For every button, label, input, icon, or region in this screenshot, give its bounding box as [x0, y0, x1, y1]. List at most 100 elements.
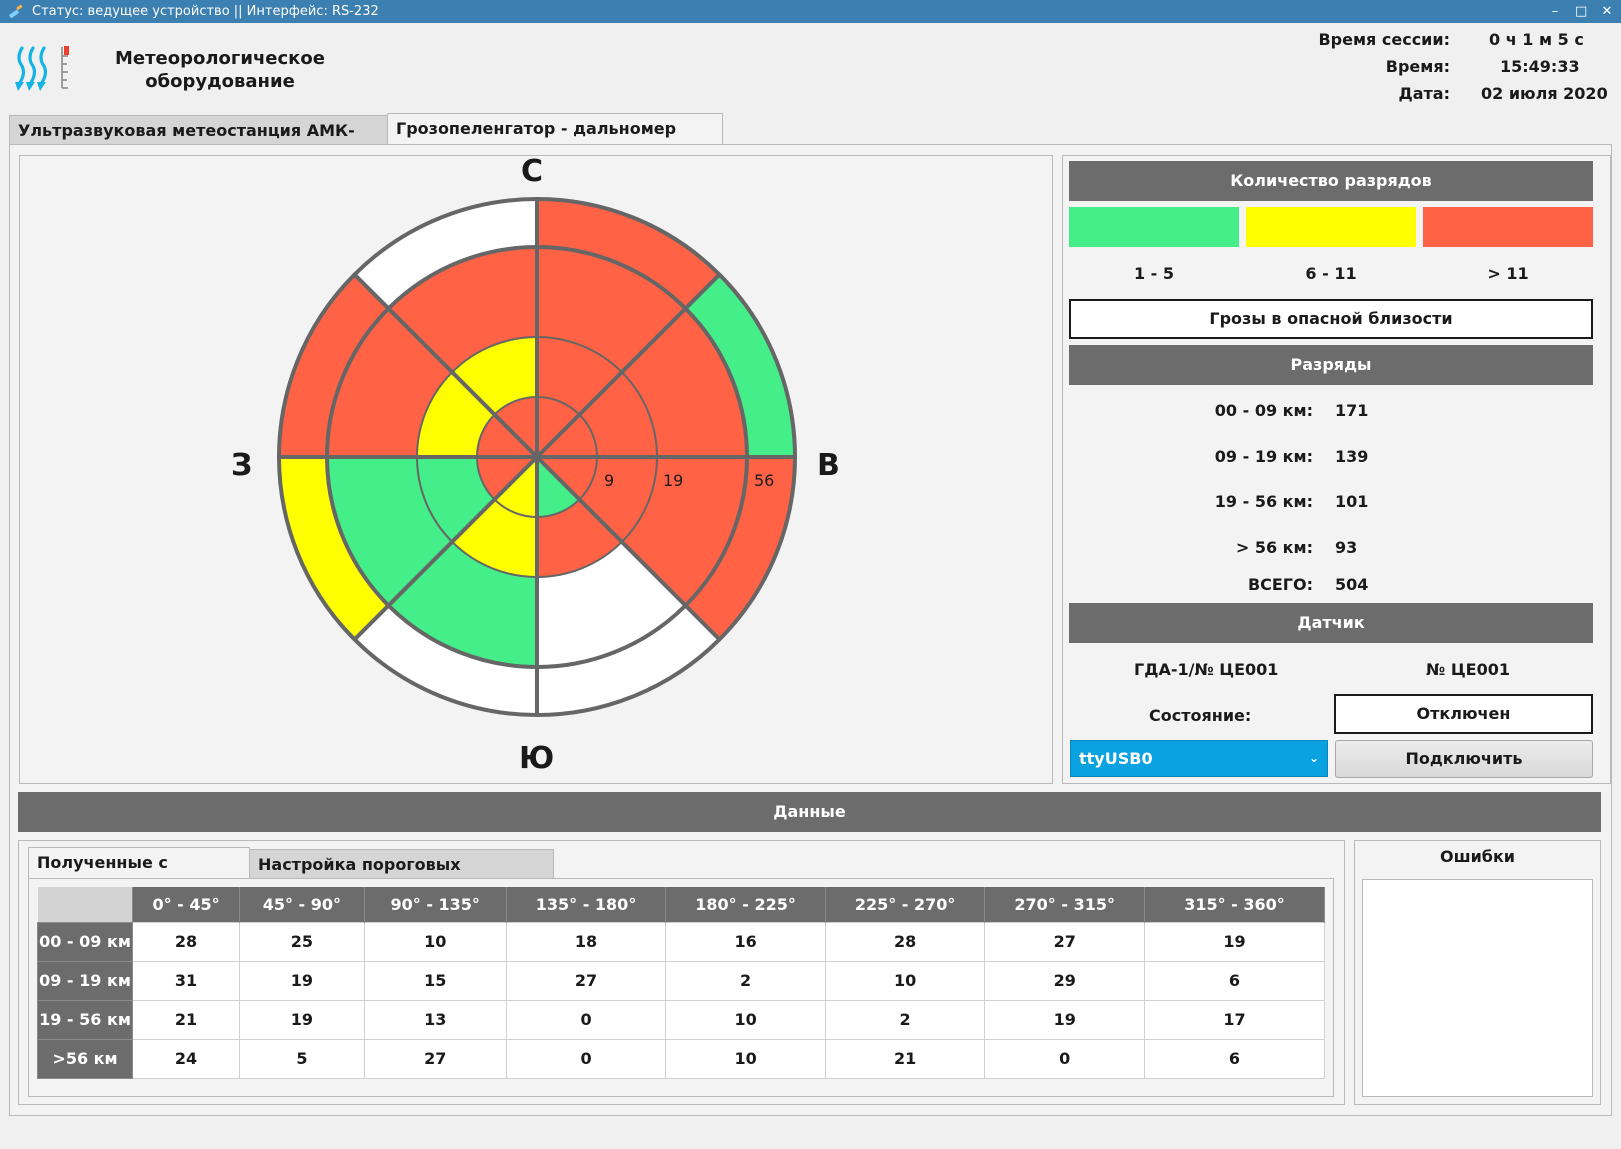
row-header: 09 - 19 км — [37, 960, 133, 1001]
tab-threshold-settings[interactable]: Настройка пороговых значений — [249, 849, 554, 904]
table-cell[interactable]: 16 — [665, 921, 826, 962]
serial-port-select[interactable]: ttyUSB0 ⌄ — [1070, 740, 1328, 777]
sensor-state-label: Состояние: — [1149, 706, 1252, 725]
errors-header: Ошибки — [1439, 847, 1516, 866]
table-cell[interactable]: 15 — [363, 960, 507, 1001]
discharge-row-value: 171 — [1335, 401, 1369, 420]
discharge-total-label: ВСЕГО: — [1247, 575, 1313, 594]
legend-label-high: > 11 — [1487, 264, 1529, 283]
tab-lightning-direction-finder[interactable]: Грозопеленгатор - дальномер ГДА-1 — [387, 113, 723, 168]
discharge-total-value: 504 — [1335, 575, 1369, 594]
table-cell[interactable]: 21 — [824, 1038, 986, 1079]
chevron-down-icon: ⌄ — [1308, 751, 1319, 765]
column-header: 225° - 270° — [825, 887, 986, 922]
time-value: 15:49:33 — [1500, 57, 1580, 76]
table-cell[interactable]: 28 — [131, 921, 241, 962]
column-header: 90° - 135° — [364, 887, 507, 922]
table-cell[interactable]: 10 — [824, 960, 986, 1001]
table-row: 09 - 19 км 31 19 15 27 2 10 29 6 — [37, 960, 1325, 1001]
table-cell[interactable]: 21 — [131, 999, 241, 1040]
table-cell[interactable]: 31 — [131, 960, 241, 1001]
window-titlebar: Статус: ведущее устройство || Интерфейс:… — [0, 0, 1621, 23]
table-cell[interactable]: 29 — [984, 960, 1145, 1001]
date-label: Дата: — [1398, 84, 1450, 103]
close-button[interactable]: ✕ — [1601, 0, 1613, 23]
column-header: 45° - 90° — [239, 887, 365, 922]
column-header: 315° - 360° — [1144, 887, 1325, 922]
table-cell[interactable]: 19 — [239, 999, 365, 1040]
table-cell[interactable]: 0 — [505, 999, 667, 1040]
table-cell[interactable]: 10 — [665, 999, 826, 1040]
sensor-state-value: Отключен — [1334, 694, 1593, 734]
row-header: 19 - 56 км — [37, 999, 133, 1040]
table-cell[interactable]: 28 — [824, 921, 986, 962]
direction-east-label: В — [817, 448, 840, 483]
serial-port-value: ttyUSB0 — [1079, 749, 1153, 768]
table-cell[interactable]: 19 — [984, 999, 1145, 1040]
row-header: >56 км — [37, 1038, 133, 1079]
column-header: 180° - 225° — [665, 887, 826, 922]
tab-sensor-data[interactable]: Полученные с датчика — [28, 847, 250, 902]
table-cell[interactable]: 6 — [1144, 960, 1325, 1001]
table-corner-cell — [37, 887, 133, 922]
date-value: 02 июля 2020 — [1481, 84, 1608, 103]
table-header-row: 0° - 45° 45° - 90° 90° - 135° 135° - 180… — [37, 887, 1325, 922]
time-label: Время: — [1385, 57, 1450, 76]
sensor-header: Датчик — [1069, 603, 1593, 643]
minimize-button[interactable]: – — [1549, 0, 1561, 23]
discharges-header: Разряды — [1069, 345, 1593, 385]
legend-swatch-yellow — [1246, 207, 1416, 247]
maximize-button[interactable]: □ — [1575, 0, 1587, 23]
connect-button[interactable]: Подключить — [1335, 740, 1593, 778]
discharge-sector-table: 0° - 45° 45° - 90° 90° - 135° 135° - 180… — [37, 887, 1325, 1079]
discharge-row-label: 19 - 56 км: — [1214, 492, 1313, 511]
table-cell[interactable]: 0 — [505, 1038, 667, 1079]
table-cell[interactable]: 0 — [984, 1038, 1145, 1079]
legend-swatch-green — [1069, 207, 1239, 247]
table-cell[interactable]: 2 — [824, 999, 986, 1040]
discharge-row-value: 139 — [1335, 447, 1369, 466]
table-cell[interactable]: 13 — [363, 999, 507, 1040]
table-cell[interactable]: 27 — [984, 921, 1145, 962]
brand-title: Метеорологическое оборудование — [105, 47, 335, 93]
row-header: 00 - 09 км — [37, 921, 133, 962]
session-time-value: 0 ч 1 м 5 с — [1489, 30, 1584, 49]
table-cell[interactable]: 5 — [239, 1038, 365, 1079]
discharge-row-label: 09 - 19 км: — [1214, 447, 1313, 466]
discharge-row-value: 101 — [1335, 492, 1369, 511]
discharge-row-label: 00 - 09 км: — [1214, 401, 1313, 420]
ring-label-9: 9 — [604, 471, 615, 490]
table-cell[interactable]: 27 — [363, 1038, 507, 1079]
table-cell[interactable]: 27 — [505, 960, 667, 1001]
table-cell[interactable]: 10 — [665, 1038, 826, 1079]
discharge-row-value: 93 — [1335, 538, 1358, 557]
direction-south-label: Ю — [519, 741, 555, 776]
sensor-number: № ЦЕ001 — [1426, 660, 1510, 679]
data-section-header: Данные — [18, 792, 1601, 832]
column-header: 270° - 315° — [984, 887, 1145, 922]
table-cell[interactable]: 17 — [1144, 999, 1325, 1040]
right-panel — [1062, 155, 1611, 784]
lightning-radar-chart — [277, 197, 797, 717]
table-cell[interactable]: 2 — [665, 960, 826, 1001]
table-cell[interactable]: 10 — [363, 921, 507, 962]
errors-log[interactable] — [1362, 879, 1593, 1097]
table-cell[interactable]: 19 — [1144, 921, 1325, 962]
legend-swatch-red — [1423, 207, 1593, 247]
tab-weather-station[interactable]: Ультразвуковая метеостанция АМК-ОП3 — [9, 115, 388, 170]
storm-alert-indicator: Грозы в опасной близости — [1069, 299, 1593, 339]
table-cell[interactable]: 24 — [131, 1038, 241, 1079]
ring-label-56: 56 — [754, 471, 775, 490]
table-row: >56 км 24 5 27 0 10 21 0 6 — [37, 1038, 1325, 1079]
direction-west-label: З — [231, 448, 253, 483]
table-cell[interactable]: 25 — [239, 921, 365, 962]
radar-panel: С Ю З В 9 19 56 — [19, 154, 1053, 784]
column-header: 135° - 180° — [506, 887, 667, 922]
session-time-label: Время сессии: — [1318, 30, 1450, 49]
meteo-logo-icon — [15, 46, 69, 91]
table-cell[interactable]: 19 — [239, 960, 365, 1001]
table-cell[interactable]: 18 — [505, 921, 667, 962]
table-cell[interactable]: 6 — [1144, 1038, 1325, 1079]
brand-line-1: Метеорологическое — [115, 48, 325, 69]
table-row: 19 - 56 км 21 19 13 0 10 2 19 17 — [37, 999, 1325, 1040]
